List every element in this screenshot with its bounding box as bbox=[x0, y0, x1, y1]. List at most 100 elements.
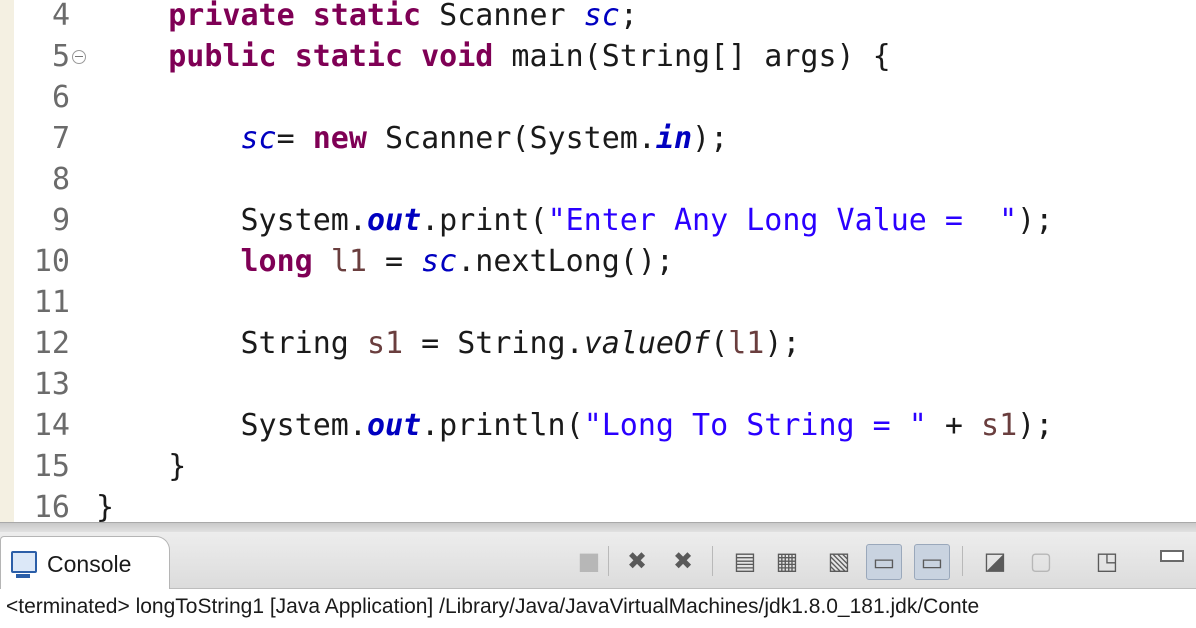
code-token: void bbox=[421, 39, 494, 74]
word-wrap-icon[interactable]: ▧ bbox=[822, 544, 856, 578]
code-text: long l1 = sc.nextLong(); bbox=[96, 241, 675, 282]
console-tab-label: Console bbox=[47, 551, 132, 577]
code-line[interactable]: 5 public static void main(String[] args)… bbox=[0, 36, 1196, 77]
line-number: 9 bbox=[51, 203, 70, 238]
remove-launch-icon[interactable]: ✖ bbox=[620, 544, 654, 578]
code-token: main(String[] args) { bbox=[493, 39, 891, 74]
code-token: sc bbox=[583, 0, 620, 33]
code-line[interactable]: 15 } bbox=[0, 446, 1196, 487]
code-token: in bbox=[655, 121, 693, 156]
code-line[interactable]: 4 private static Scanner sc; bbox=[0, 0, 1196, 36]
code-token: private bbox=[168, 0, 295, 33]
code-token: System. bbox=[96, 203, 367, 238]
open-console-icon[interactable]: ◳ bbox=[1090, 544, 1124, 578]
code-token: static bbox=[312, 0, 422, 33]
remove-all-terminated-icon[interactable]: ✖ bbox=[666, 544, 700, 578]
code-line[interactable]: 11 bbox=[0, 282, 1196, 323]
code-token: System. bbox=[96, 408, 367, 443]
code-editor[interactable]: 4 private static Scanner sc; 5 public sta… bbox=[0, 0, 1196, 522]
code-line[interactable]: 13 bbox=[0, 364, 1196, 405]
line-number: 7 bbox=[51, 121, 70, 156]
code-text: } bbox=[96, 446, 186, 487]
scroll-lock-icon[interactable]: ▦ bbox=[770, 544, 804, 578]
code-token: out bbox=[366, 203, 422, 238]
pin-console-icon[interactable]: ◪ bbox=[978, 544, 1012, 578]
code-token: = String. bbox=[403, 326, 584, 361]
code-token: "Long To String = " bbox=[583, 408, 927, 443]
toolbar-separator bbox=[962, 546, 963, 576]
display-console-icon[interactable]: ▢ bbox=[1024, 544, 1058, 578]
code-line[interactable]: 9 System.out.print("Enter Any Long Value… bbox=[0, 200, 1196, 241]
line-number: 8 bbox=[51, 162, 70, 197]
show-on-stderr-icon[interactable]: ▭ bbox=[914, 544, 950, 580]
code-line[interactable]: 7 sc= new Scanner(System.in); bbox=[0, 118, 1196, 159]
code-token: out bbox=[366, 408, 422, 443]
code-token: ); bbox=[692, 121, 729, 156]
code-line[interactable]: 16} bbox=[0, 487, 1196, 522]
line-number: 12 bbox=[33, 326, 70, 361]
line-number: 16 bbox=[33, 490, 70, 522]
line-number: 15 bbox=[33, 449, 70, 484]
console-icon bbox=[11, 551, 37, 578]
code-token: } bbox=[96, 449, 187, 484]
line-number: 6 bbox=[51, 80, 70, 115]
code-token: ( bbox=[710, 326, 729, 361]
tab-console[interactable]: Console bbox=[0, 536, 170, 589]
code-text: public static void main(String[] args) { bbox=[96, 36, 891, 77]
minimize-icon[interactable] bbox=[1160, 550, 1184, 562]
code-token: sc bbox=[421, 244, 458, 279]
code-token: } bbox=[96, 490, 115, 522]
line-number: 10 bbox=[33, 244, 70, 279]
console-status-line: <terminated> longToString1 [Java Applica… bbox=[0, 589, 1196, 628]
code-token: static bbox=[294, 39, 404, 74]
code-token: l1 bbox=[728, 326, 765, 361]
code-token: .println( bbox=[421, 408, 584, 443]
code-token: String bbox=[96, 326, 367, 361]
code-text: } bbox=[96, 487, 114, 522]
code-token: l1 bbox=[330, 244, 367, 279]
clear-console-icon[interactable]: ▤ bbox=[728, 544, 762, 578]
code-line[interactable]: 12 String s1 = String.valueOf(l1); bbox=[0, 323, 1196, 364]
code-text: String s1 = String.valueOf(l1); bbox=[96, 323, 800, 364]
code-token: long bbox=[240, 244, 313, 279]
code-token: Scanner(System. bbox=[366, 121, 656, 156]
code-token: .nextLong(); bbox=[457, 244, 674, 279]
code-line[interactable]: 10 long l1 = sc.nextLong(); bbox=[0, 241, 1196, 282]
line-number: 5 bbox=[51, 39, 70, 74]
code-token: "Enter Any Long Value = " bbox=[547, 203, 1018, 238]
code-token: new bbox=[312, 121, 367, 156]
code-token: ); bbox=[1017, 203, 1054, 238]
fold-toggle-icon[interactable] bbox=[72, 50, 86, 64]
console-toolbar: Console ■ ✖ ✖ ▤ ▦ ▧ ▭ ▭ ◪ ▢ ◳ bbox=[0, 532, 1196, 589]
line-number: 11 bbox=[33, 285, 70, 320]
line-number: 13 bbox=[33, 367, 70, 402]
line-number: 4 bbox=[51, 0, 70, 33]
code-text: System.out.println("Long To String = " +… bbox=[96, 405, 1053, 446]
code-line[interactable]: 8 bbox=[0, 159, 1196, 200]
code-token: s1 bbox=[366, 326, 404, 361]
toolbar-separator bbox=[712, 546, 713, 576]
code-token: valueOf bbox=[583, 326, 711, 361]
code-token: ); bbox=[1017, 408, 1054, 443]
code-token: .print( bbox=[421, 203, 548, 238]
code-token: Scanner bbox=[421, 0, 584, 33]
code-token: sc bbox=[240, 121, 277, 156]
code-line[interactable]: 6 bbox=[0, 77, 1196, 118]
line-number: 14 bbox=[33, 408, 70, 443]
toolbar-separator bbox=[608, 546, 609, 576]
code-token: ); bbox=[764, 326, 801, 361]
terminate-icon[interactable]: ■ bbox=[572, 544, 606, 578]
code-token: s1 bbox=[981, 408, 1018, 443]
code-text: System.out.print("Enter Any Long Value =… bbox=[96, 200, 1053, 241]
code-token: = bbox=[276, 121, 313, 156]
code-text: private static Scanner sc; bbox=[96, 0, 638, 36]
show-on-stdout-icon[interactable]: ▭ bbox=[866, 544, 902, 580]
code-line[interactable]: 14 System.out.println("Long To String = … bbox=[0, 405, 1196, 446]
code-text: sc= new Scanner(System.in); bbox=[96, 118, 729, 159]
